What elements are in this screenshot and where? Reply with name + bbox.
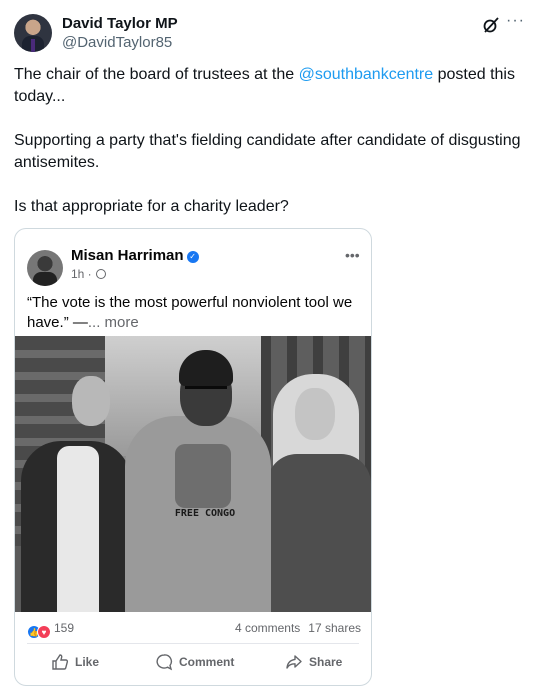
fb-post-text-body: “The vote is the most powerful nonviolen… xyxy=(27,294,353,331)
fb-engagement-counts: 4 comments 17 shares xyxy=(235,621,361,635)
tweet-text: The chair of the board of trustees at th… xyxy=(14,64,524,240)
thumbs-up-icon xyxy=(52,654,69,670)
fb-like-button: Like xyxy=(51,651,99,673)
tweet-paragraph-3: Is that appropriate for a charity leader… xyxy=(14,198,289,215)
fb-see-more: ... more xyxy=(87,314,139,331)
fb-avatar xyxy=(27,250,63,286)
author-name[interactable]: David Taylor MP xyxy=(62,15,178,32)
fb-author-name: Misan Harriman ✓ xyxy=(71,247,199,264)
fist-emblem xyxy=(175,444,231,508)
person-center-glasses xyxy=(185,386,227,395)
fb-time-text: 1h · xyxy=(71,267,96,281)
love-reaction-icon: ♥ xyxy=(37,625,51,639)
more-icon[interactable]: ··· xyxy=(506,12,525,30)
globe-icon xyxy=(96,269,107,279)
tweet-paragraph-2: Supporting a party that's fielding candi… xyxy=(14,132,521,171)
fb-timestamp: 1h · xyxy=(71,267,107,281)
share-label: Share xyxy=(309,655,343,669)
grok-icon[interactable] xyxy=(482,16,500,34)
tweet: David Taylor MP @DavidTaylor85 ··· The c… xyxy=(0,0,536,697)
fb-comment-button: Comment xyxy=(155,651,234,673)
avatar-tie xyxy=(31,39,35,52)
fb-author-name-text: Misan Harriman xyxy=(71,247,184,264)
comment-icon xyxy=(156,654,173,671)
fb-share-button: Share xyxy=(285,651,342,673)
tweet-paragraph-1: The chair of the board of trustees at th… xyxy=(14,64,524,108)
reaction-count: 159 xyxy=(54,621,75,635)
tweet-line1-prefix: The chair of the board of trustees at th… xyxy=(14,66,299,83)
author-handle[interactable]: @DavidTaylor85 xyxy=(62,34,172,51)
verified-icon: ✓ xyxy=(186,251,199,263)
like-label: Like xyxy=(75,655,100,669)
fb-post-photo: FREE CONGO xyxy=(15,336,371,612)
share-count: 17 shares xyxy=(308,621,361,635)
person-left-head xyxy=(72,376,110,426)
fb-reactions: 👍 ♥ 159 xyxy=(27,621,74,639)
person-right-jacket xyxy=(267,454,371,612)
person-right-head xyxy=(295,388,335,440)
share-icon xyxy=(286,655,302,669)
shirt-text: FREE CONGO xyxy=(174,508,236,519)
fb-post-text: “The vote is the most powerful nonviolen… xyxy=(27,293,367,333)
person-left-shirt xyxy=(57,446,99,612)
embedded-facebook-post[interactable]: Misan Harriman ✓ 1h · ••• “The vote is th… xyxy=(14,228,372,686)
comment-label: Comment xyxy=(179,655,235,669)
comment-count: 4 comments xyxy=(234,621,301,635)
fb-divider xyxy=(27,643,359,644)
mention-link[interactable]: @southbankcentre xyxy=(299,66,434,83)
author-avatar[interactable] xyxy=(14,14,52,52)
fb-more-icon: ••• xyxy=(345,247,360,263)
